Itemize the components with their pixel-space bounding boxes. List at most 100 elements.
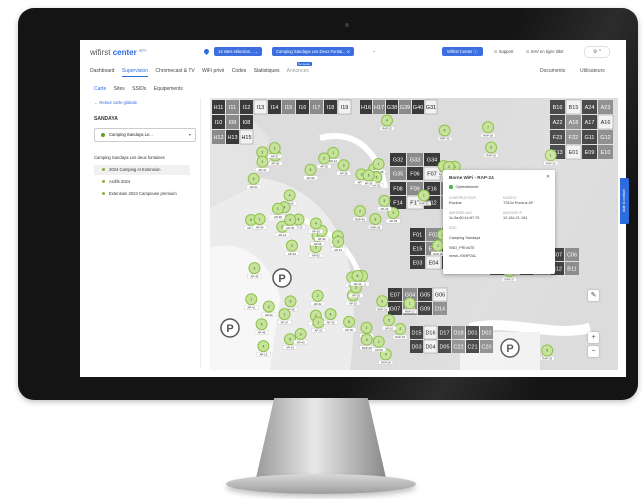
map-building[interactable]: D03 — [410, 340, 423, 353]
zoom-in-button[interactable]: + — [588, 332, 599, 343]
ap-marker[interactable]: 1 RAP-32 — [416, 189, 432, 206]
nav-supervision[interactable]: Supervision — [121, 68, 148, 77]
map-building[interactable]: B11 — [565, 262, 579, 275]
nav-codes[interactable]: Codes — [232, 68, 246, 74]
nav-wifi-prive[interactable]: WiFi privé — [202, 68, 224, 74]
map-building[interactable]: G06 — [432, 287, 448, 302]
ap-marker[interactable]: 4 AP-45 — [283, 213, 298, 230]
ap-marker[interactable]: 3 RAP-33 — [359, 333, 374, 350]
map-building[interactable]: D14 — [433, 302, 447, 315]
close-icon[interactable]: ✕ — [546, 174, 550, 180]
map-building[interactable]: G07 — [388, 302, 402, 315]
ap-marker[interactable]: 6 RAP-23 — [540, 344, 555, 361]
tab-carte[interactable]: Carte — [94, 86, 106, 92]
ap-marker[interactable]: 4 RAP-22 — [379, 114, 395, 131]
ap-marker[interactable]: 5 AP-10 — [381, 314, 397, 331]
map-building[interactable]: B16 — [550, 100, 565, 114]
map-building[interactable]: I14 — [268, 100, 281, 114]
map-building[interactable]: D18 — [452, 326, 465, 339]
site-chip[interactable]: Camping Sandaya Les Deux Fontai... ✕ — [272, 47, 355, 56]
map-building[interactable]: F01 — [410, 228, 425, 241]
ap-marker[interactable]: 5 RAP-20 — [483, 141, 499, 158]
settings-toggle[interactable]: ⚙ ^ — [584, 46, 610, 58]
map-building[interactable]: E15 — [410, 242, 425, 255]
map-building[interactable]: D15 — [410, 326, 423, 339]
map-building[interactable]: H15 — [239, 129, 254, 145]
map-building[interactable]: G12 — [598, 130, 613, 144]
map-building[interactable]: I09 — [226, 115, 239, 129]
ap-marker[interactable]: 3 AP-49 — [247, 262, 262, 279]
map-building[interactable]: E10 — [598, 145, 613, 159]
map-building[interactable]: F08 — [390, 182, 406, 195]
map-building[interactable]: B15 — [565, 99, 582, 115]
map-edit-button[interactable]: ✎ — [588, 290, 599, 301]
zone-item[interactable]: Ardifs 2024 — [94, 177, 190, 187]
help-side-tab[interactable]: Aide & contact — [620, 178, 629, 224]
ap-marker[interactable]: 2 AP-09 — [371, 335, 386, 352]
ap-marker[interactable]: 1 AP-20 — [311, 316, 326, 333]
ap-marker[interactable]: 1 AP-48 — [270, 202, 286, 219]
ap-marker[interactable]: 4 AP-30 — [323, 308, 338, 325]
map-building[interactable]: F14 — [390, 196, 406, 209]
map-building[interactable]: E03 — [410, 256, 425, 269]
support-link[interactable]: ⊙ Support — [494, 49, 513, 54]
nav-chromecast[interactable]: Chromecast & TV — [155, 68, 194, 74]
map-building[interactable]: D05 — [438, 340, 451, 353]
ap-marker[interactable]: 5 AP-39 — [303, 163, 318, 180]
map-building[interactable]: D17 — [438, 326, 451, 339]
map-building[interactable]: I12 — [240, 100, 253, 114]
map-building[interactable]: G05 — [418, 288, 432, 301]
back-link[interactable]: ← Retour carte globale — [94, 100, 137, 105]
ap-marker[interactable]: 3 AP-43 — [293, 328, 308, 345]
ap-marker[interactable]: 3 AP-38 — [336, 159, 351, 176]
map-building[interactable]: G40 — [412, 100, 424, 114]
map-building[interactable]: G38 — [386, 100, 398, 114]
map-building[interactable]: I15 — [282, 100, 295, 114]
wifirst-center-button[interactable]: Wifirst Center ⓘ — [442, 47, 483, 56]
map-building[interactable]: A17 — [582, 115, 597, 129]
map-building[interactable]: H13 — [226, 130, 239, 144]
ap-marker[interactable]: 3 AP-33 — [284, 239, 300, 256]
map-building[interactable]: C22 — [452, 340, 465, 353]
map-building[interactable]: H11 — [212, 100, 225, 114]
map-building[interactable]: D04 — [423, 339, 438, 354]
map-building[interactable]: I08 — [240, 115, 253, 129]
ap-marker[interactable]: 2 AP-42 — [310, 289, 325, 306]
tab-ssids[interactable]: SSIDs — [132, 86, 146, 92]
ap-marker[interactable]: 4 AP-24 — [246, 172, 261, 189]
map-building[interactable]: I11 — [226, 100, 239, 114]
map-building[interactable]: F23 — [550, 130, 565, 144]
map-building[interactable]: C06 — [565, 248, 579, 261]
map-building[interactable]: I13 — [253, 99, 268, 115]
nav-statistiques[interactable]: Statistiques — [254, 68, 280, 74]
ap-marker[interactable]: 1 AP-34 — [252, 213, 267, 230]
chip-dropdown-chevron-icon[interactable]: ⌄ — [372, 48, 376, 54]
nav-utilisateurs[interactable]: Utilisateurs — [580, 68, 605, 74]
ap-marker[interactable]: 6 AP-36 — [361, 169, 376, 186]
map-building[interactable]: I18 — [324, 100, 337, 114]
map-building[interactable]: G39 — [399, 100, 411, 114]
tab-sites[interactable]: Sites — [114, 86, 125, 92]
ap-marker[interactable]: 6 AP-26 — [341, 315, 357, 332]
ap-marker[interactable]: 3 AP-21 — [330, 235, 346, 252]
site-select[interactable]: Camping Sandaya Le... ▾ — [94, 128, 196, 142]
ap-marker[interactable]: 4 RAP-34 — [392, 323, 408, 340]
map-building[interactable]: F22 — [566, 130, 581, 144]
map-building[interactable]: C20 — [480, 340, 493, 353]
map-building[interactable]: E07 — [388, 288, 402, 301]
ap-marker[interactable]: 2 RAP-40 — [352, 205, 368, 222]
map-building[interactable]: I10 — [212, 115, 225, 129]
map-building[interactable]: G31 — [424, 99, 438, 115]
map-building[interactable]: E04 — [425, 255, 442, 270]
map-building[interactable]: A24 — [582, 100, 597, 114]
map-building[interactable]: H16 — [360, 100, 372, 114]
map-building[interactable]: E01 — [565, 144, 582, 160]
ap-marker[interactable]: 2 AP-22 — [261, 300, 276, 317]
ap-marker[interactable]: 1 AP-27 — [277, 308, 292, 325]
ap-marker[interactable]: 2 AP-37 — [267, 142, 282, 159]
nav-dashboard[interactable]: Dashboard — [90, 68, 114, 74]
map-building[interactable]: I19 — [337, 99, 352, 115]
ap-marker[interactable]: 1 AP-41 — [244, 293, 259, 310]
map-building[interactable]: I16 — [296, 100, 309, 114]
map-building[interactable]: G33 — [407, 153, 423, 166]
